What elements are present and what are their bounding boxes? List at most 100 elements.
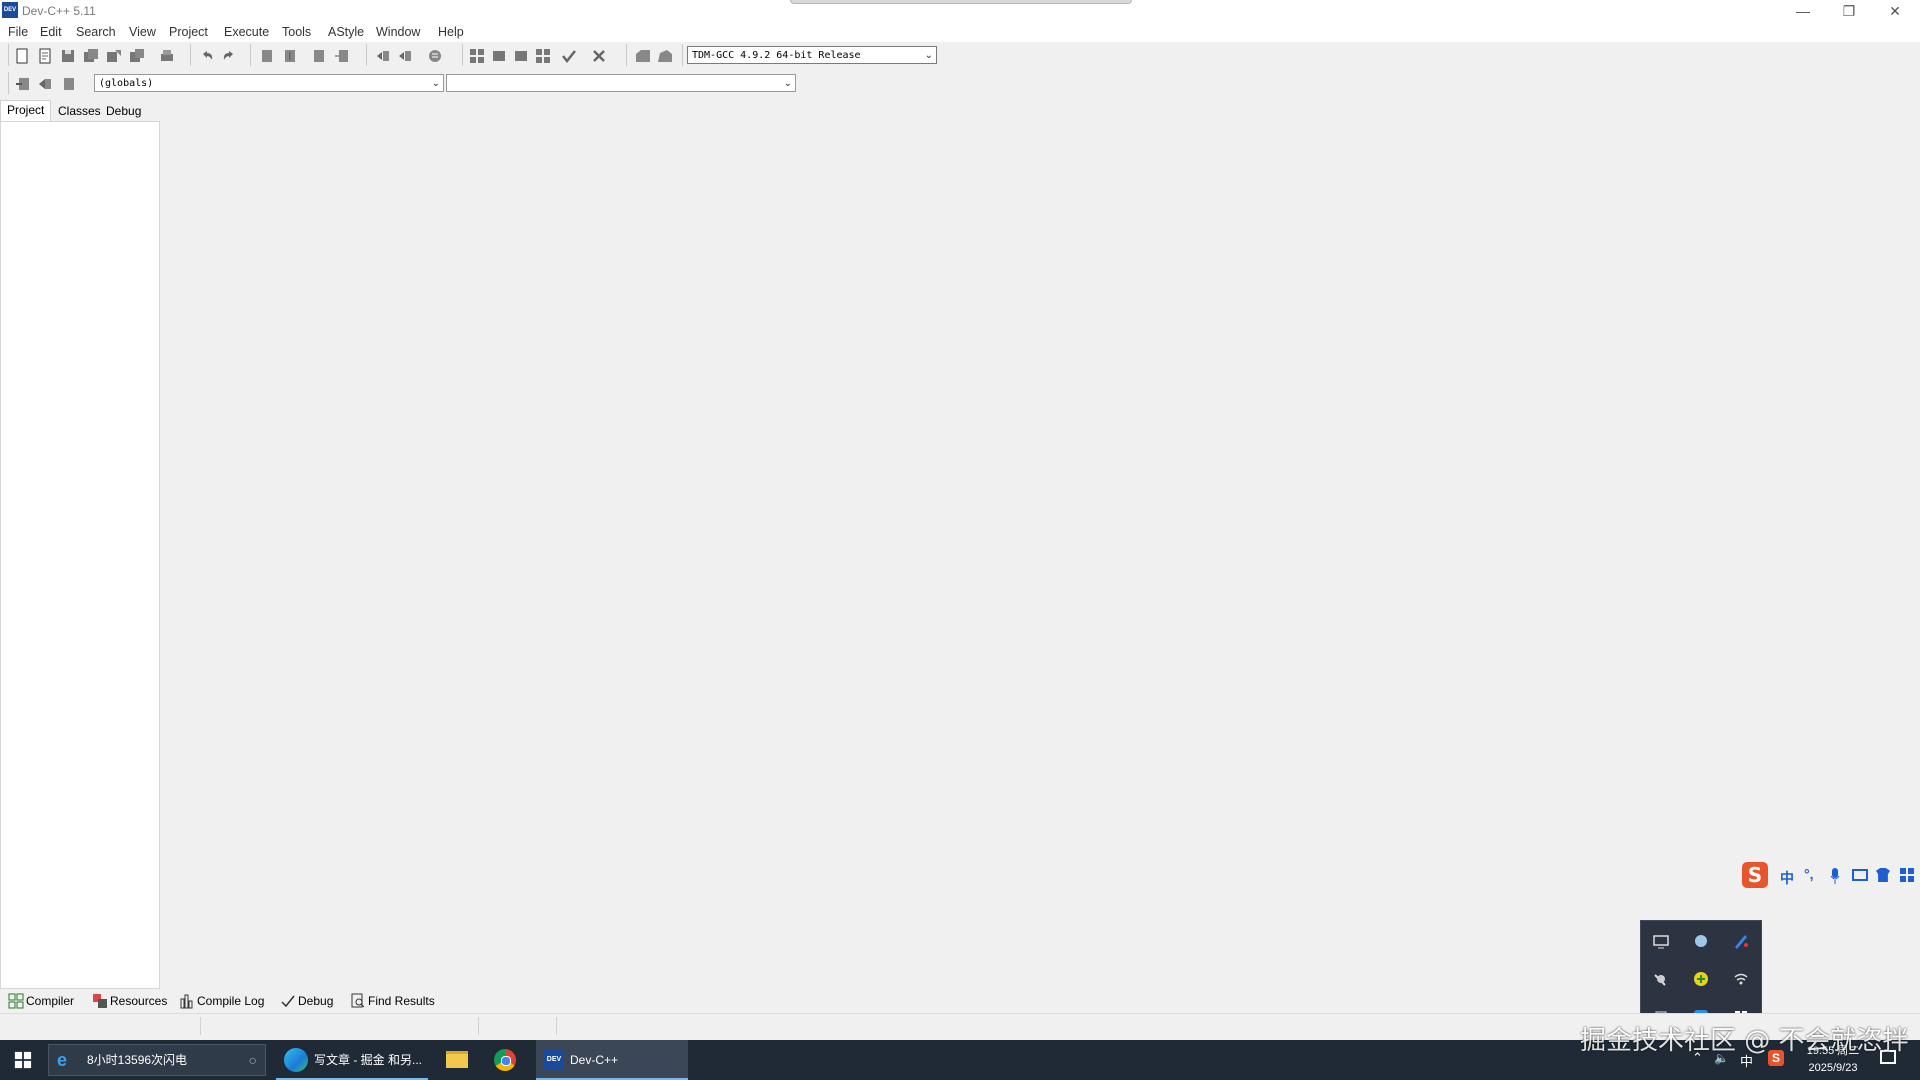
unindent-icon[interactable]	[375, 48, 391, 64]
toggle-comment-icon[interactable]	[427, 48, 443, 64]
menu-astyle[interactable]: AStyle	[328, 25, 364, 39]
taskbar-devcpp[interactable]: DEV Dev-C++	[536, 1040, 688, 1080]
chevron-down-icon: ⌄	[924, 50, 933, 61]
run-icon[interactable]	[491, 48, 507, 64]
project-toolbar-group	[626, 44, 683, 66]
windows-start-button[interactable]	[0, 1040, 46, 1080]
redo-icon[interactable]	[221, 48, 237, 64]
scope-select[interactable]: (globals) ⌄	[94, 74, 444, 92]
stop-execution-icon[interactable]	[591, 48, 607, 64]
save-icon[interactable]	[60, 48, 76, 64]
menu-edit[interactable]: Edit	[40, 25, 62, 39]
menu-bar: File Edit Search View Project Execute To…	[0, 22, 1920, 42]
main-toolbar: TDM-GCC 4.9.2 64-bit Release ⌄	[0, 42, 940, 68]
close-file-icon[interactable]	[106, 48, 122, 64]
chevron-down-icon: ⌄	[431, 78, 440, 89]
compile-toolbar-group	[462, 44, 623, 66]
undo-icon[interactable]	[199, 48, 215, 64]
pen-tray-icon[interactable]	[1731, 931, 1751, 951]
taskbar-search-box[interactable]: e 8小时13596次闪电 ○	[48, 1044, 266, 1076]
member-select[interactable]: ⌄	[446, 74, 796, 92]
title-bar: DEV Dev-C++ 5.11 — ❐ ✕	[0, 0, 1920, 22]
menu-project[interactable]: Project	[169, 25, 208, 39]
status-position	[0, 1017, 201, 1035]
compile-run-icon[interactable]	[513, 48, 529, 64]
menu-search[interactable]: Search	[76, 25, 116, 39]
close-all-icon[interactable]	[129, 48, 145, 64]
menu-window[interactable]: Window	[376, 25, 420, 39]
goto-line-icon[interactable]	[334, 48, 350, 64]
microphone-icon[interactable]	[1830, 868, 1840, 884]
syntax-check-icon[interactable]	[561, 48, 577, 64]
new-file-icon[interactable]	[14, 48, 30, 64]
tab-resources-label: Resources	[110, 994, 168, 1008]
editor-area[interactable]	[162, 100, 1920, 990]
skin-icon[interactable]	[1876, 868, 1890, 882]
print-icon[interactable]	[159, 48, 175, 64]
compiler-select-value: TDM-GCC 4.9.2 64-bit Release	[692, 50, 861, 61]
wifi-tray-icon[interactable]	[1731, 969, 1751, 989]
devcpp-icon: DEV	[544, 1050, 564, 1070]
search-toolbar-group	[250, 44, 361, 66]
minimize-icon[interactable]: —	[1780, 0, 1826, 22]
sogou-icon[interactable]: S	[1742, 862, 1768, 888]
ime-lang-label[interactable]: 中	[1780, 868, 1794, 888]
ime-punct-label[interactable]: °,	[1804, 866, 1814, 882]
class-nav-group	[8, 72, 89, 94]
toolbox-icon[interactable]	[1900, 868, 1914, 882]
app-tray-icon[interactable]	[1691, 931, 1711, 951]
class-toolbar: (globals) ⌄ ⌄	[0, 70, 800, 96]
tab-classes[interactable]: Classes	[52, 102, 107, 121]
menu-view[interactable]: View	[129, 25, 156, 39]
taskbar-file-explorer[interactable]	[434, 1040, 480, 1080]
compiler-select[interactable]: TDM-GCC 4.9.2 64-bit Release ⌄	[687, 46, 937, 64]
new-project-icon[interactable]	[635, 48, 651, 64]
ime-toolbar: S 中 °,	[1742, 862, 1920, 890]
status-lines	[480, 1017, 557, 1035]
menu-file[interactable]: File	[8, 25, 28, 39]
restore-icon[interactable]: ❐	[1826, 0, 1872, 22]
taskbar-chrome[interactable]	[482, 1040, 528, 1080]
taskbar-edge-label: 写文章 - 掘金 和另...	[314, 1053, 423, 1067]
compiler-group: TDM-GCC 4.9.2 64-bit Release ⌄	[682, 44, 939, 66]
tab-compile-log[interactable]: Compile Log	[177, 992, 264, 1010]
find-next-icon[interactable]	[311, 48, 327, 64]
window-title: Dev-C++ 5.11	[22, 4, 96, 18]
goto-definition-icon[interactable]	[61, 76, 77, 92]
menu-execute[interactable]: Execute	[224, 25, 269, 39]
compile-icon[interactable]	[469, 48, 485, 64]
tab-debug-output-label: Debug	[298, 994, 334, 1008]
tab-compiler-label: Compiler	[26, 994, 75, 1008]
save-all-icon[interactable]	[83, 48, 99, 64]
keyboard-icon[interactable]	[1852, 869, 1868, 881]
satellite-tray-icon[interactable]	[1651, 969, 1671, 989]
close-icon[interactable]: ✕	[1872, 0, 1918, 22]
monitor-tray-icon[interactable]	[1651, 931, 1671, 951]
find-icon[interactable]	[259, 48, 275, 64]
indent-icon[interactable]	[397, 48, 413, 64]
taskbar-edge[interactable]: 写文章 - 掘金 和另...	[276, 1040, 428, 1080]
resources-icon	[92, 993, 108, 1009]
menu-tools[interactable]: Tools	[282, 25, 311, 39]
project-tree[interactable]	[0, 121, 160, 989]
tab-debug[interactable]: Debug	[100, 102, 147, 121]
tab-debug-output[interactable]: Debug	[278, 992, 333, 1010]
checkmark-icon	[280, 993, 296, 1009]
insert-icon[interactable]	[15, 76, 31, 92]
plus-tray-icon[interactable]	[1691, 969, 1711, 989]
goto-declaration-icon[interactable]	[37, 76, 53, 92]
replace-icon[interactable]	[282, 48, 298, 64]
tab-resources[interactable]: Resources	[90, 992, 167, 1010]
menu-help[interactable]: Help	[438, 25, 464, 39]
rebuild-icon[interactable]	[535, 48, 551, 64]
tab-compile-log-label: Compile Log	[197, 994, 265, 1008]
taskbar-search-text: 8小时13596次闪电	[87, 1053, 188, 1067]
tab-project[interactable]: Project	[0, 100, 52, 122]
taskbar-devcpp-label: Dev-C++	[570, 1053, 619, 1067]
tab-find-results[interactable]: Find Results	[348, 992, 435, 1010]
tab-compiler[interactable]: Compiler	[6, 992, 74, 1010]
open-file-icon[interactable]	[37, 48, 53, 64]
project-options-icon[interactable]	[657, 48, 673, 64]
project-panel: Project Classes Debug	[0, 100, 160, 990]
devcpp-app-icon[interactable]: DEV	[2, 2, 18, 18]
